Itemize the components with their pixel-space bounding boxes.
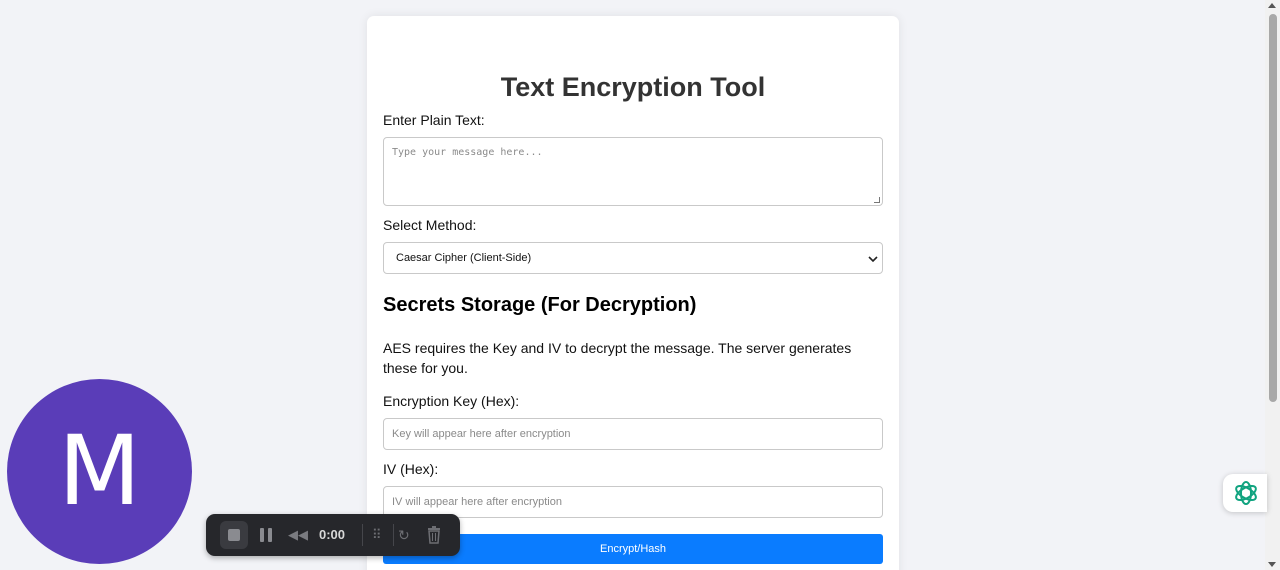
- method-label: Select Method:: [383, 217, 477, 233]
- toolbar-divider: [362, 524, 363, 546]
- iv-field[interactable]: IV will appear here after encryption: [383, 486, 883, 518]
- resize-handle[interactable]: [874, 197, 880, 203]
- recording-timer: 0:00: [319, 527, 346, 542]
- method-select[interactable]: Caesar Cipher (Client-Side): [383, 242, 883, 274]
- pause-icon: [260, 528, 264, 542]
- pause-button[interactable]: [260, 525, 274, 545]
- encryption-card: Text Encryption Tool Enter Plain Text: T…: [367, 16, 899, 570]
- stop-button[interactable]: [220, 521, 248, 549]
- recording-toolbar: ◀◀ 0:00 ⠿ ↻: [206, 514, 460, 556]
- plain-text-label: Enter Plain Text:: [383, 112, 485, 128]
- key-label: Encryption Key (Hex):: [383, 393, 520, 409]
- scroll-up-arrow-icon[interactable]: [1268, 3, 1276, 8]
- stop-icon: [228, 529, 240, 541]
- key-placeholder: Key will appear here after encryption: [392, 428, 571, 440]
- openai-logo-icon: [1235, 481, 1257, 505]
- iv-placeholder: IV will appear here after encryption: [392, 496, 562, 508]
- page-title: Text Encryption Tool: [500, 72, 766, 102]
- page-scrollbar[interactable]: [1265, 0, 1280, 570]
- chevron-down-icon: [868, 256, 878, 263]
- plain-text-placeholder: Type your message here...: [392, 147, 543, 158]
- iv-label: IV (Hex):: [383, 461, 439, 477]
- grid-icon[interactable]: ⠿: [372, 525, 388, 545]
- rewind-icon[interactable]: ◀◀: [288, 525, 308, 545]
- avatar: M: [7, 379, 192, 564]
- trash-icon[interactable]: [426, 525, 442, 545]
- key-field[interactable]: Key will appear here after encryption: [383, 418, 883, 450]
- toolbar-divider: [393, 524, 394, 546]
- method-selected-value: Caesar Cipher (Client-Side): [396, 252, 532, 264]
- scrollbar-thumb[interactable]: [1269, 14, 1277, 402]
- secrets-description: AES requires the Key and IV to decrypt t…: [383, 340, 852, 376]
- restart-icon[interactable]: ↻: [398, 525, 414, 545]
- assistant-floating-button[interactable]: [1223, 474, 1267, 512]
- secrets-heading: Secrets Storage (For Decryption): [383, 294, 697, 316]
- scroll-down-arrow-icon[interactable]: [1268, 562, 1276, 567]
- plain-text-input[interactable]: Type your message here...: [383, 137, 883, 206]
